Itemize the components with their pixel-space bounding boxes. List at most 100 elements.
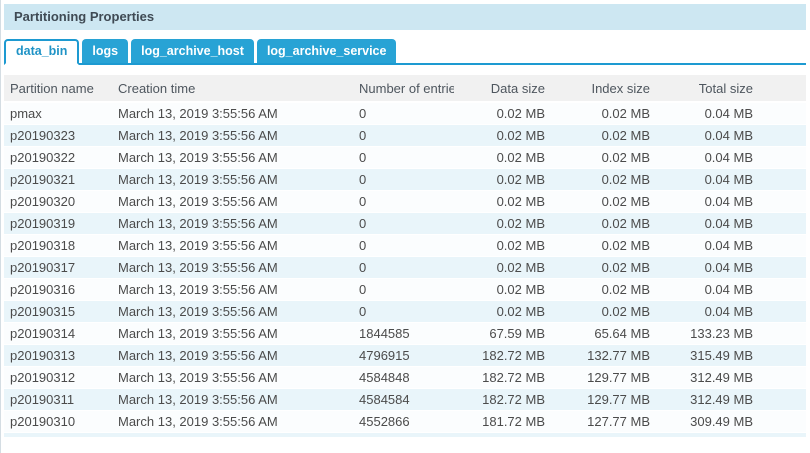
column-header-index-size: Index size <box>546 75 651 102</box>
cell-total-size: 0.04 MB <box>651 124 754 146</box>
cell-total-size: 0.04 MB <box>651 300 754 322</box>
partition-table-container: Partition name Creation time Number of e… <box>4 75 806 437</box>
cell-data-size: 182.72 MB <box>454 366 546 388</box>
cell-data-size: 67.59 MB <box>454 322 546 344</box>
cell-total-size: 0.04 MB <box>651 168 754 190</box>
partition-row: pmax March 13, 2019 3:55:56 AM 0 0.02 MB… <box>4 102 806 124</box>
cell-creation-time: March 13, 2019 3:55:56 AM <box>114 256 354 278</box>
cell-partition-name: p20190317 <box>4 256 114 278</box>
cell-creation-time: March 13, 2019 3:55:56 AM <box>114 102 354 124</box>
tab-logs[interactable]: logs <box>82 39 128 63</box>
cell-data-size: 0.02 MB <box>454 300 546 322</box>
panel-title-bar: Partitioning Properties <box>4 4 806 30</box>
partition-row: p20190317 March 13, 2019 3:55:56 AM 0 0.… <box>4 256 806 278</box>
cell-spacer <box>754 388 806 410</box>
tab-data-bin[interactable]: data_bin <box>4 39 79 65</box>
cell-creation-time: March 13, 2019 3:55:56 AM <box>114 234 354 256</box>
cell-spacer <box>754 190 806 212</box>
cell-data-size: 0.02 MB <box>454 124 546 146</box>
cell-data-size: 182.72 MB <box>454 344 546 366</box>
cell-data-size: 0.02 MB <box>454 102 546 124</box>
partition-table-header: Partition name Creation time Number of e… <box>4 75 806 102</box>
cell-data-size: 0.02 MB <box>454 278 546 300</box>
cell-spacer <box>754 212 806 234</box>
cell-total-size: 0.04 MB <box>651 212 754 234</box>
partitioning-properties-panel: Partitioning Properties data_bin logs lo… <box>0 0 810 453</box>
cell-total-size: 312.49 MB <box>651 388 754 410</box>
cell-index-size: 0.02 MB <box>546 102 651 124</box>
cell-total-size: 315.49 MB <box>651 344 754 366</box>
partial-next-row <box>4 433 806 437</box>
partition-row: p20190310 March 13, 2019 3:55:56 AM 4552… <box>4 410 806 432</box>
cell-creation-time: March 13, 2019 3:55:56 AM <box>114 146 354 168</box>
cell-data-size: 0.02 MB <box>454 234 546 256</box>
cell-number-of-entries: 0 <box>354 300 454 322</box>
cell-partition-name: p20190315 <box>4 300 114 322</box>
cell-spacer <box>754 322 806 344</box>
tab-log-archive-service[interactable]: log_archive_service <box>257 39 397 63</box>
cell-partition-name: p20190322 <box>4 146 114 168</box>
cell-total-size: 133.23 MB <box>651 322 754 344</box>
cell-data-size: 0.02 MB <box>454 256 546 278</box>
cell-spacer <box>754 366 806 388</box>
column-header-creation-time: Creation time <box>114 75 354 102</box>
column-header-partition-name: Partition name <box>4 75 114 102</box>
cell-data-size: 0.02 MB <box>454 212 546 234</box>
partition-row: p20190313 March 13, 2019 3:55:56 AM 4796… <box>4 344 806 366</box>
cell-total-size: 0.04 MB <box>651 234 754 256</box>
cell-number-of-entries: 0 <box>354 256 454 278</box>
cell-data-size: 0.02 MB <box>454 168 546 190</box>
cell-number-of-entries: 4584848 <box>354 366 454 388</box>
partition-row: p20190312 March 13, 2019 3:55:56 AM 4584… <box>4 366 806 388</box>
cell-spacer <box>754 124 806 146</box>
partition-row: p20190311 March 13, 2019 3:55:56 AM 4584… <box>4 388 806 410</box>
cell-index-size: 0.02 MB <box>546 300 651 322</box>
cell-spacer <box>754 256 806 278</box>
tab-log-archive-host[interactable]: log_archive_host <box>131 39 254 63</box>
partition-row: p20190314 March 13, 2019 3:55:56 AM 1844… <box>4 322 806 344</box>
cell-partition-name: p20190319 <box>4 212 114 234</box>
cell-index-size: 0.02 MB <box>546 168 651 190</box>
partition-row: p20190316 March 13, 2019 3:55:56 AM 0 0.… <box>4 278 806 300</box>
cell-partition-name: p20190311 <box>4 388 114 410</box>
cell-number-of-entries: 0 <box>354 234 454 256</box>
cell-data-size: 182.72 MB <box>454 388 546 410</box>
cell-creation-time: March 13, 2019 3:55:56 AM <box>114 168 354 190</box>
cell-partition-name: pmax <box>4 102 114 124</box>
column-header-total-size: Total size <box>651 75 754 102</box>
cell-number-of-entries: 0 <box>354 124 454 146</box>
cell-spacer <box>754 168 806 190</box>
cell-creation-time: March 13, 2019 3:55:56 AM <box>114 366 354 388</box>
cell-number-of-entries: 0 <box>354 278 454 300</box>
cell-creation-time: March 13, 2019 3:55:56 AM <box>114 212 354 234</box>
cell-partition-name: p20190318 <box>4 234 114 256</box>
cell-total-size: 0.04 MB <box>651 190 754 212</box>
cell-total-size: 312.49 MB <box>651 366 754 388</box>
cell-total-size: 0.04 MB <box>651 102 754 124</box>
cell-index-size: 0.02 MB <box>546 278 651 300</box>
cell-partition-name: p20190320 <box>4 190 114 212</box>
cell-index-size: 132.77 MB <box>546 344 651 366</box>
cell-number-of-entries: 0 <box>354 146 454 168</box>
cell-creation-time: March 13, 2019 3:55:56 AM <box>114 388 354 410</box>
column-header-data-size: Data size <box>454 75 546 102</box>
column-header-number-of-entries: Number of entries <box>354 75 454 102</box>
cell-data-size: 181.72 MB <box>454 410 546 432</box>
cell-index-size: 0.02 MB <box>546 190 651 212</box>
cell-number-of-entries: 1844585 <box>354 322 454 344</box>
cell-index-size: 0.02 MB <box>546 256 651 278</box>
cell-spacer <box>754 278 806 300</box>
cell-spacer <box>754 146 806 168</box>
partition-table: Partition name Creation time Number of e… <box>4 75 806 433</box>
partition-row: p20190315 March 13, 2019 3:55:56 AM 0 0.… <box>4 300 806 322</box>
cell-total-size: 0.04 MB <box>651 256 754 278</box>
cell-total-size: 0.04 MB <box>651 278 754 300</box>
cell-number-of-entries: 4552866 <box>354 410 454 432</box>
cell-index-size: 0.02 MB <box>546 212 651 234</box>
cell-data-size: 0.02 MB <box>454 190 546 212</box>
cell-spacer <box>754 102 806 124</box>
cell-partition-name: p20190323 <box>4 124 114 146</box>
cell-partition-name: p20190312 <box>4 366 114 388</box>
tab-bar: data_bin logs log_archive_host log_archi… <box>4 41 806 65</box>
cell-partition-name: p20190316 <box>4 278 114 300</box>
